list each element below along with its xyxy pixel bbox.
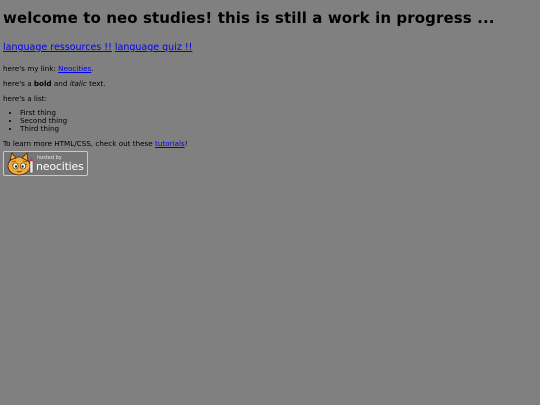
list-item: Second thing <box>20 117 537 125</box>
bold-italic-paragraph: here's a bold and italic text. <box>3 79 537 88</box>
page: welcome to neo studies! this is still a … <box>0 0 540 405</box>
bold-text: bold <box>33 79 52 88</box>
neocities-link[interactable]: Neocities <box>58 64 91 73</box>
list-item: Third thing <box>20 125 537 133</box>
my-link-paragraph: here's my link: Neocities. <box>3 64 537 73</box>
thing-list: First thing Second thing Third thing <box>3 109 537 133</box>
tutorials-link[interactable]: tutorials <box>155 139 185 148</box>
bold-para-suffix: text. <box>86 79 106 88</box>
my-link-prefix: here's my link: <box>3 64 59 73</box>
bold-para-middle: and <box>51 79 70 88</box>
neocities-brand-label: neocities <box>36 160 84 173</box>
language-resources-link[interactable]: language ressources !! <box>3 42 112 53</box>
page-title: welcome to neo studies! this is still a … <box>3 9 495 27</box>
learn-suffix: ! <box>184 139 188 148</box>
italic-text: italic <box>69 79 87 88</box>
my-link-suffix: . <box>91 64 94 73</box>
bold-para-prefix: here's a <box>3 79 34 88</box>
list-intro: here's a list: <box>3 94 47 103</box>
hosted-by-neocities-badge[interactable]: hosted by neocities <box>3 151 88 176</box>
list-item: First thing <box>20 109 537 117</box>
neocities-cat-icon <box>7 152 34 176</box>
language-quiz-link[interactable]: language quiz !! <box>115 42 193 53</box>
learn-more-paragraph: To learn more HTML/CSS, check out these … <box>3 139 537 148</box>
learn-prefix: To learn more HTML/CSS, check out these <box>3 139 156 148</box>
nav-links: language ressources !! language quiz !! <box>3 42 537 54</box>
